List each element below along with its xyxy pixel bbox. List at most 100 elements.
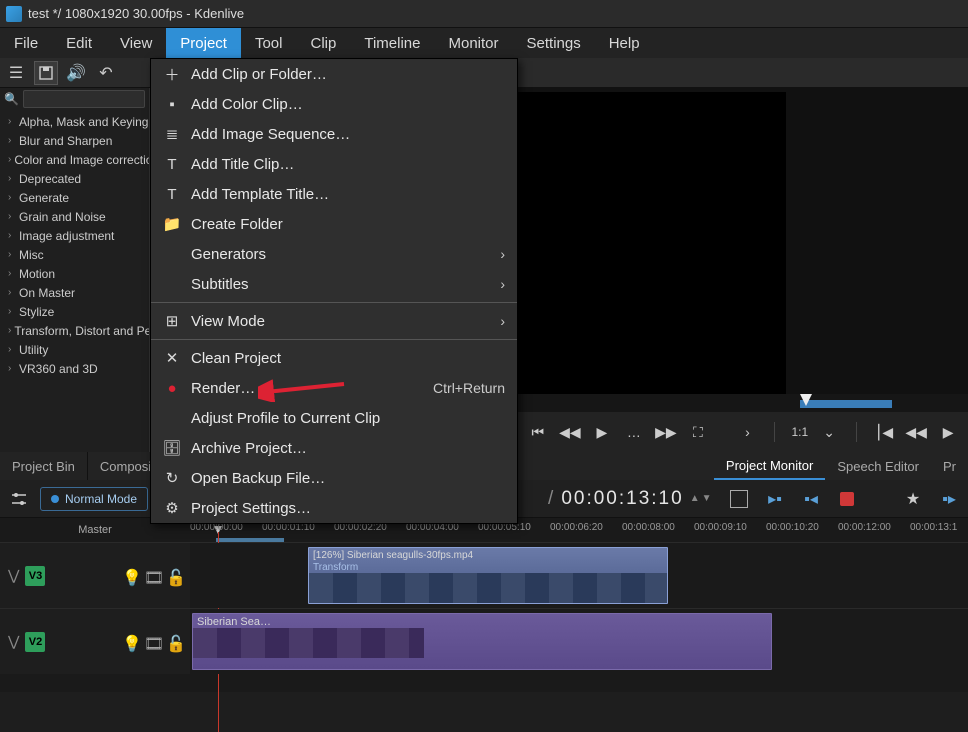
pause-dot-icon[interactable]: …: [623, 421, 645, 443]
favorite-icon[interactable]: ★: [900, 486, 926, 512]
track-head-v2[interactable]: ⋁ V2 💡 🎞 🔓: [0, 609, 190, 674]
rewind-icon[interactable]: ◀◀: [559, 421, 581, 443]
preview-insert-icon[interactable]: ▪▸: [936, 486, 962, 512]
mode-label: Normal Mode: [65, 492, 137, 506]
track-content-v3[interactable]: [126%] Siberian seagulls-30fps.mp4 Trans…: [190, 543, 968, 608]
menu-item-view-mode[interactable]: ⊞View Mode›: [151, 306, 517, 336]
menu-help[interactable]: Help: [595, 28, 654, 58]
monitor-ruler[interactable]: [518, 394, 968, 412]
menu-project[interactable]: Project: [166, 28, 241, 58]
menu-tool[interactable]: Tool: [241, 28, 297, 58]
menu-item-add-title-clip[interactable]: TAdd Title Clip…: [151, 149, 517, 179]
settings-sliders-icon[interactable]: [6, 486, 32, 512]
effects-tree[interactable]: ›Alpha, Mask and Keying›Blur and Sharpen…: [0, 110, 149, 380]
effect-category[interactable]: ›Blur and Sharpen: [0, 131, 149, 150]
overwrite-tool-icon[interactable]: ▪◂: [798, 486, 824, 512]
effect-category[interactable]: ›Utility: [0, 340, 149, 359]
time-label: 00:00:10:20: [766, 522, 819, 533]
edit-mode-selector[interactable]: Normal Mode: [40, 487, 148, 511]
menu-item-open-backup-file[interactable]: ↻Open Backup File…: [151, 463, 517, 493]
effect-category[interactable]: ›Stylize: [0, 302, 149, 321]
clip-siberian-sea[interactable]: Siberian Sea…: [192, 613, 772, 670]
chevron-down-icon[interactable]: ⌄: [818, 421, 840, 443]
volume-icon[interactable]: 🔊: [64, 61, 88, 85]
rewind2-icon[interactable]: ◀◀: [905, 421, 927, 443]
skip-prev-icon[interactable]: ⎮◀: [873, 421, 895, 443]
tab-project-monitor[interactable]: Project Monitor: [714, 452, 825, 480]
menu-timeline[interactable]: Timeline: [350, 28, 434, 58]
insert-tool-icon[interactable]: ▸▪: [762, 486, 788, 512]
lock-icon[interactable]: 🔓: [166, 634, 182, 650]
folder-icon: 📁: [163, 215, 181, 233]
menu-view[interactable]: View: [106, 28, 166, 58]
menu-file[interactable]: File: [0, 28, 52, 58]
effect-category[interactable]: ›VR360 and 3D: [0, 359, 149, 378]
timecode-spinner-icon[interactable]: ▲▼: [690, 495, 714, 502]
master-track-label[interactable]: Master: [0, 524, 190, 536]
effect-label: Grain and Noise: [19, 210, 106, 224]
track-content-v2[interactable]: Siberian Sea…: [190, 609, 968, 674]
timeline-zone[interactable]: [216, 538, 284, 542]
effect-category[interactable]: ›Color and Image correction: [0, 150, 149, 169]
rec-icon: ●: [163, 379, 181, 397]
menu-item-label: Add Image Sequence…: [191, 126, 505, 143]
crop-icon[interactable]: ⛶: [687, 421, 709, 443]
tab-truncated[interactable]: Pr: [931, 452, 968, 480]
clip-seagulls[interactable]: [126%] Siberian seagulls-30fps.mp4 Trans…: [308, 547, 668, 604]
effect-category[interactable]: ›Motion: [0, 264, 149, 283]
skip-start-icon[interactable]: ⏮: [527, 421, 549, 443]
chevron-right-icon[interactable]: ›: [736, 421, 758, 443]
monitor-zone[interactable]: [800, 400, 892, 408]
undo-icon[interactable]: ↶: [94, 61, 118, 85]
menu-item-add-image-sequence[interactable]: ≣Add Image Sequence…: [151, 119, 517, 149]
menu-monitor[interactable]: Monitor: [434, 28, 512, 58]
menu-item-render[interactable]: ●Render…Ctrl+Return: [151, 373, 517, 403]
expand-icon[interactable]: ⋁: [8, 633, 19, 650]
mute-icon[interactable]: 💡: [122, 568, 138, 584]
history-icon: ↻: [163, 469, 181, 487]
menu-item-archive-project[interactable]: 🗄Archive Project…: [151, 433, 517, 463]
tab-speech-editor[interactable]: Speech Editor: [825, 452, 931, 480]
search-icon[interactable]: 🔍: [4, 92, 19, 106]
menu-item-clean-project[interactable]: ✕Clean Project: [151, 343, 517, 373]
effect-category[interactable]: ›Grain and Noise: [0, 207, 149, 226]
tab-project-bin[interactable]: Project Bin: [0, 452, 88, 480]
save-icon[interactable]: [34, 61, 58, 85]
menu-clip[interactable]: Clip: [297, 28, 351, 58]
effect-category[interactable]: ›Transform, Distort and Perspective: [0, 321, 149, 340]
timeline-timecode[interactable]: / 00:00:13:10 ▲▼: [548, 488, 713, 510]
effects-search-input[interactable]: [23, 90, 145, 108]
menu-item-adjust-profile-to-current-clip[interactable]: Adjust Profile to Current Clip: [151, 403, 517, 433]
effect-category[interactable]: ›On Master: [0, 283, 149, 302]
cut-tool-icon[interactable]: [834, 486, 860, 512]
frame-icon[interactable]: [726, 486, 752, 512]
effect-category[interactable]: ›Deprecated: [0, 169, 149, 188]
menu-item-create-folder[interactable]: 📁Create Folder: [151, 209, 517, 239]
effect-category[interactable]: ›Alpha, Mask and Keying: [0, 112, 149, 131]
effect-category[interactable]: ›Image adjustment: [0, 226, 149, 245]
forward-icon[interactable]: ▶▶: [655, 421, 677, 443]
track-badge[interactable]: V3: [25, 566, 45, 586]
effect-category[interactable]: ›Generate: [0, 188, 149, 207]
hamburger-icon[interactable]: ☰: [4, 61, 28, 85]
menu-item-add-template-title[interactable]: TAdd Template Title…: [151, 179, 517, 209]
zoom-ratio[interactable]: 1:1: [791, 425, 808, 439]
film-icon[interactable]: 🎞: [144, 568, 160, 584]
menu-item-add-color-clip[interactable]: ▪Add Color Clip…: [151, 89, 517, 119]
track-badge[interactable]: V2: [25, 632, 45, 652]
track-head-v3[interactable]: ⋁ V3 💡 🎞 🔓: [0, 543, 190, 608]
lock-icon[interactable]: 🔓: [166, 568, 182, 584]
expand-icon[interactable]: ⋁: [8, 567, 19, 584]
menu-item-project-settings[interactable]: ⚙Project Settings…: [151, 493, 517, 523]
effect-category[interactable]: ›Misc: [0, 245, 149, 264]
play-icon[interactable]: ▶: [591, 421, 613, 443]
square-icon: ▪: [163, 95, 181, 113]
play2-icon[interactable]: ▶: [937, 421, 959, 443]
menu-settings[interactable]: Settings: [513, 28, 595, 58]
menu-item-generators[interactable]: Generators›: [151, 239, 517, 269]
mute-icon[interactable]: 💡: [122, 634, 138, 650]
menu-edit[interactable]: Edit: [52, 28, 106, 58]
menu-item-subtitles[interactable]: Subtitles›: [151, 269, 517, 299]
menu-item-add-clip-or-folder[interactable]: ＋Add Clip or Folder…: [151, 59, 517, 89]
film-icon[interactable]: 🎞: [144, 634, 160, 650]
